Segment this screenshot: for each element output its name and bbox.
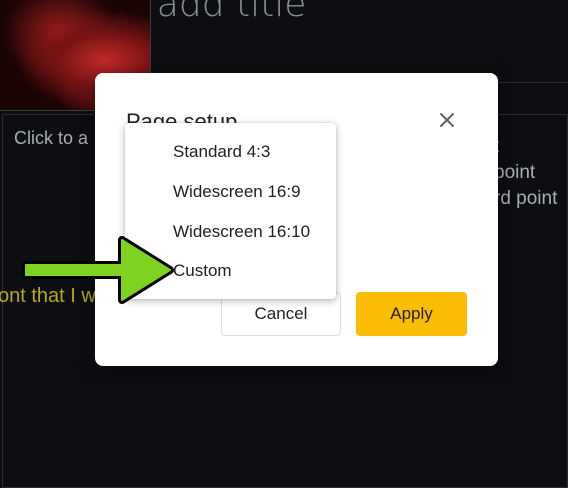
- right-text-line-3: rd point: [494, 188, 558, 209]
- body-placeholder: Click to a: [14, 128, 89, 148]
- close-icon: [440, 113, 454, 127]
- menu-item-standard-4-3[interactable]: Standard 4:3: [125, 132, 336, 172]
- menu-item-widescreen-16-10[interactable]: Widescreen 16:10: [125, 212, 336, 252]
- menu-item-custom[interactable]: Custom: [125, 251, 336, 291]
- page-size-dropdown-menu: Standard 4:3 Widescreen 16:9 Widescreen …: [125, 123, 336, 299]
- close-button[interactable]: [433, 106, 461, 134]
- right-text-line-2: point: [494, 162, 536, 183]
- menu-item-widescreen-16-9[interactable]: Widescreen 16:9: [125, 172, 336, 212]
- apply-button[interactable]: Apply: [356, 292, 467, 336]
- slide-yellow-text: ont that I w: [0, 285, 96, 307]
